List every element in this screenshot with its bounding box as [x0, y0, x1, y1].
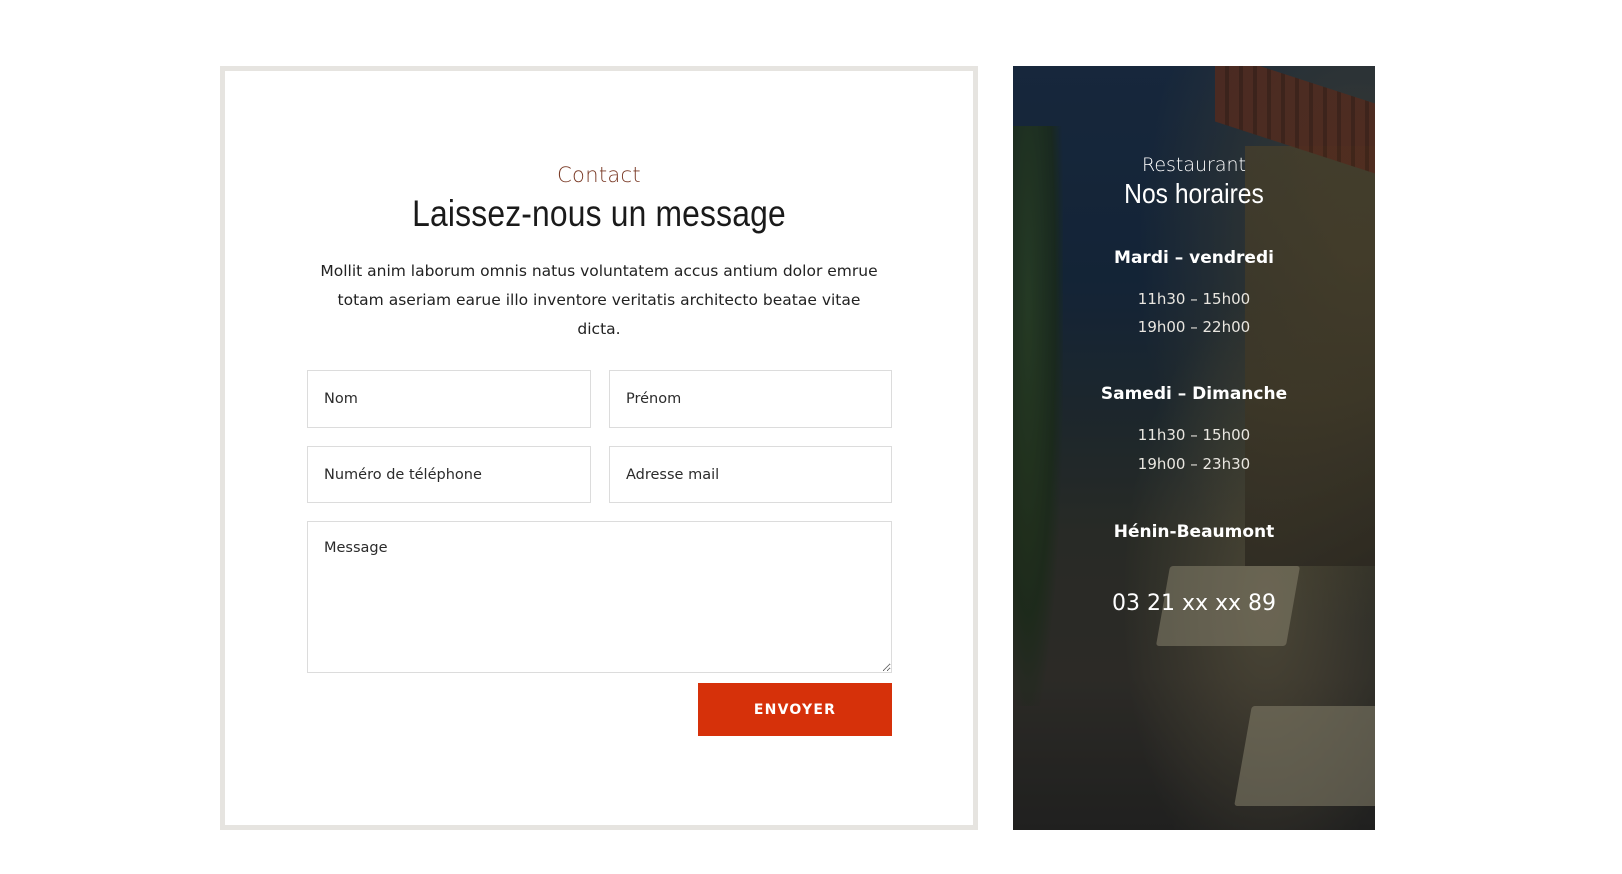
hours-eyebrow: Restaurant	[1141, 154, 1247, 176]
contact-title: Laissez-nous un message	[412, 193, 786, 234]
telephone-input[interactable]	[307, 446, 591, 503]
weekend-dinner-hours: 19h00 – 23h30	[1137, 455, 1251, 473]
restaurant-city: Hénin-Beaumont	[1113, 522, 1275, 542]
prenom-input[interactable]	[609, 370, 892, 428]
contact-intro-text: Mollit anim laborum omnis natus voluntat…	[320, 262, 878, 338]
contact-eyebrow: Contact	[557, 163, 641, 187]
message-textarea[interactable]	[307, 521, 892, 673]
nom-input[interactable]	[307, 370, 591, 428]
weekday-label: Mardi – vendredi	[1114, 248, 1274, 268]
phone-number[interactable]: 03 21 xx xx 89	[1013, 591, 1375, 616]
hours-title: Nos horaires	[1124, 178, 1264, 209]
hours-content: Restaurant Nos horaires Mardi – vendredi…	[1013, 66, 1375, 830]
contact-form-card: Contact Laissez-nous un message Mollit a…	[220, 66, 978, 830]
weekend-lunch-hours: 11h30 – 15h00	[1137, 426, 1251, 444]
opening-hours-panel: Restaurant Nos horaires Mardi – vendredi…	[1013, 66, 1375, 830]
weekday-lunch-hours: 11h30 – 15h00	[1137, 290, 1251, 308]
weekend-label: Samedi – Dimanche	[1100, 384, 1288, 404]
submit-button[interactable]: ENVOYER	[698, 683, 892, 736]
email-input[interactable]	[609, 446, 892, 503]
weekday-dinner-hours: 19h00 – 22h00	[1137, 318, 1251, 336]
